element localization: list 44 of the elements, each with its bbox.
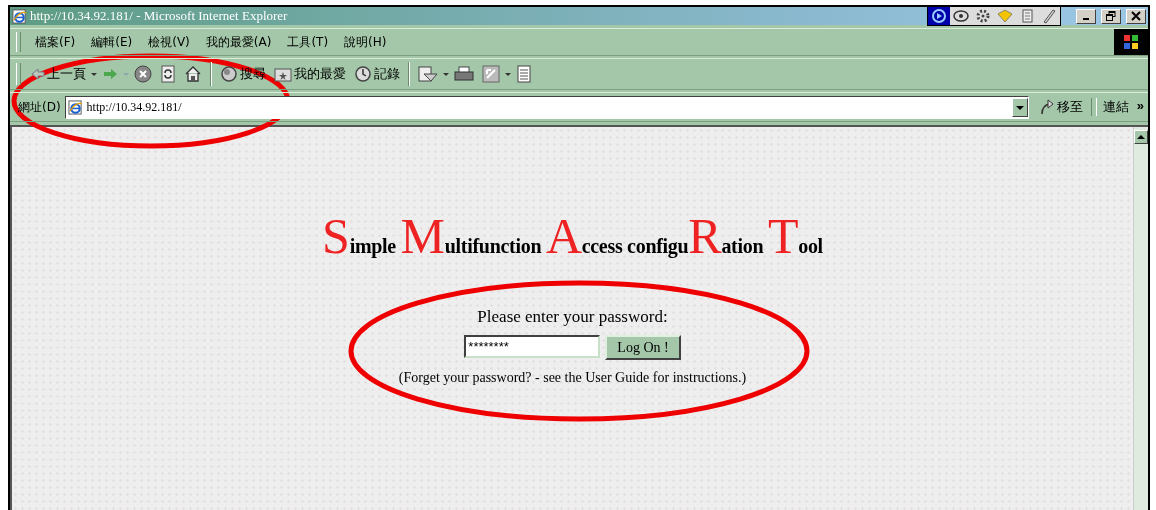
stop-icon: [134, 65, 152, 83]
minimize-button[interactable]: [1076, 8, 1096, 24]
scrollbar[interactable]: [1133, 127, 1148, 510]
history-button[interactable]: 記錄: [350, 63, 404, 85]
favorites-button[interactable]: 我的最愛: [270, 63, 350, 85]
address-field[interactable]: http://10.34.92.181/: [64, 95, 1029, 119]
edit-page-icon: [482, 65, 500, 83]
close-icon: [1131, 11, 1141, 21]
printer-icon: [454, 65, 474, 83]
more-links-button[interactable]: »: [1134, 97, 1148, 117]
media-player-icon[interactable]: [928, 6, 950, 25]
password-prompt: Please enter your password:: [477, 307, 668, 327]
dropdown-button[interactable]: [1011, 97, 1028, 117]
minimize-icon: [1082, 18, 1090, 20]
globe-icon: [220, 65, 238, 83]
go-button[interactable]: 移至: [1032, 98, 1092, 116]
menu-item[interactable]: 說明(H): [338, 31, 393, 53]
log-on-button[interactable]: Log On !: [605, 335, 681, 360]
links-button[interactable]: 連結: [1095, 98, 1131, 116]
up-arrow-icon: [1137, 134, 1145, 140]
notepad-icon: [516, 65, 532, 83]
window-title: http://10.34.92.181/ - Microsoft Internet Explorer: [30, 8, 289, 24]
scroll-up-button[interactable]: [1134, 130, 1148, 144]
clock-icon: [354, 65, 372, 83]
page-heading: Simple MultifunctionAccess configuRation Tool: [322, 207, 823, 265]
menu-item[interactable]: 工具(T): [281, 31, 335, 53]
home-icon: [184, 66, 202, 82]
back-arrow-icon: [31, 67, 45, 81]
caret-icon: [1015, 103, 1024, 111]
password-field[interactable]: ********: [464, 335, 601, 358]
restore-icon: [1106, 11, 1116, 21]
ie-logo-icon: [12, 8, 27, 24]
restore-button[interactable]: [1101, 8, 1121, 24]
help-text: (Forget your password? - see the User Guide for instructions.): [398, 370, 747, 386]
close-button[interactable]: [1126, 8, 1146, 24]
refresh-icon: [160, 65, 176, 83]
address-label: 網址(D): [18, 98, 61, 116]
menu-item[interactable]: 檢視(V): [142, 31, 196, 53]
menu-item[interactable]: 我的最愛(A): [199, 31, 278, 53]
forward-arrow-icon: [102, 67, 118, 81]
menu-item[interactable]: 檔案(F): [29, 31, 82, 53]
ie-logo-icon: [67, 99, 83, 115]
curved-arrow-icon: [1038, 99, 1055, 115]
menu-item[interactable]: 編輯(E): [85, 31, 139, 53]
